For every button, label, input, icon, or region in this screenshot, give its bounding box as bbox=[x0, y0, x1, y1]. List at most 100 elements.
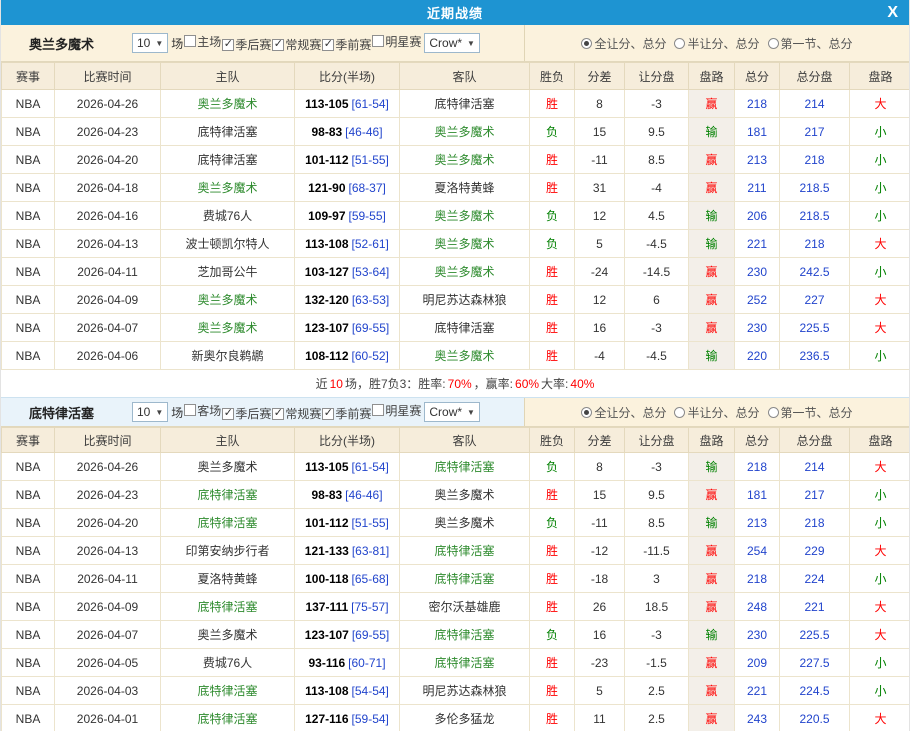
cell-score: 100-118[65-68] bbox=[295, 565, 400, 593]
radio-option[interactable]: 全让分、总分 bbox=[581, 35, 666, 52]
cell-score: 101-112[51-55] bbox=[295, 146, 400, 174]
source-select[interactable]: Crow* ▼ bbox=[424, 33, 480, 53]
cell-over-under: 小 bbox=[850, 118, 910, 146]
cell-away-team: 夏洛特黄蜂 bbox=[400, 174, 530, 202]
cell-over-under: 小 bbox=[850, 677, 910, 705]
cell-over-under: 大 bbox=[850, 314, 910, 342]
filter-left: 底特律活塞 10 ▼ 场 客场✓季后赛✓常规赛✓季前赛明星赛 Crow* ▼ bbox=[1, 398, 525, 426]
cell-point-diff: -18 bbox=[575, 565, 625, 593]
checkbox-label: 季前赛 bbox=[335, 36, 371, 53]
cell-date: 2026-04-11 bbox=[55, 258, 161, 286]
close-icon[interactable]: X bbox=[887, 2, 898, 23]
cell-home-team: 芝加哥公牛 bbox=[161, 258, 295, 286]
radio-label: 全让分、总分 bbox=[594, 404, 666, 421]
table-row: NBA2026-04-06新奥尔良鹈鹕108-112[60-52]奥兰多魔术胜-… bbox=[2, 342, 910, 370]
radio-option[interactable]: 第一节、总分 bbox=[768, 404, 853, 421]
checkbox-icon[interactable] bbox=[184, 35, 196, 47]
score-halftime: [46-46] bbox=[345, 125, 382, 139]
score-fulltime: 103-127 bbox=[305, 265, 349, 279]
cell-score: 137-111[75-57] bbox=[295, 593, 400, 621]
games-count-select[interactable]: 10 ▼ bbox=[132, 33, 168, 53]
table-row: NBA2026-04-20底特律活塞101-112[51-55]奥兰多魔术负-1… bbox=[2, 509, 910, 537]
table-row: NBA2026-04-01底特律活塞127-116[59-54]多伦多猛龙胜11… bbox=[2, 705, 910, 731]
cell-total-line: 227.5 bbox=[780, 649, 850, 677]
cell-home-team: 底特律活塞 bbox=[161, 677, 295, 705]
summary-text: ，赢率: bbox=[474, 375, 513, 392]
checkbox-icon[interactable]: ✓ bbox=[322, 39, 334, 51]
cell-handicap-result: 赢 bbox=[689, 146, 735, 174]
cell-handicap-result: 赢 bbox=[689, 174, 735, 202]
radio-option[interactable]: 半让分、总分 bbox=[674, 35, 759, 52]
cell-handicap-line: 9.5 bbox=[625, 118, 689, 146]
cell-over-under: 大 bbox=[850, 90, 910, 118]
checkbox-icon[interactable] bbox=[184, 404, 196, 416]
checkbox-icon[interactable]: ✓ bbox=[222, 408, 234, 420]
filter-checkbox[interactable]: ✓季前赛 bbox=[322, 36, 371, 53]
cell-date: 2026-04-03 bbox=[55, 677, 161, 705]
cell-over-under: 大 bbox=[850, 286, 910, 314]
filter-checkbox[interactable]: ✓季后赛 bbox=[222, 405, 271, 422]
filter-bar: 底特律活塞 10 ▼ 场 客场✓季后赛✓常规赛✓季前赛明星赛 Crow* ▼ 全… bbox=[1, 397, 909, 427]
cell-result: 负 bbox=[530, 509, 575, 537]
cell-handicap-result: 赢 bbox=[689, 286, 735, 314]
score-halftime: [60-71] bbox=[348, 656, 385, 670]
table-row: NBA2026-04-11夏洛特黄蜂100-118[65-68]底特律活塞胜-1… bbox=[2, 565, 910, 593]
radio-option[interactable]: 全让分、总分 bbox=[581, 404, 666, 421]
radio-icon bbox=[768, 38, 779, 49]
cell-away-team: 底特律活塞 bbox=[400, 565, 530, 593]
filter-checkbox[interactable]: 明星赛 bbox=[372, 402, 421, 419]
cell-home-team: 新奥尔良鹈鹕 bbox=[161, 342, 295, 370]
column-header: 胜负 bbox=[530, 428, 575, 453]
cell-league: NBA bbox=[2, 90, 55, 118]
score-fulltime: 123-107 bbox=[305, 321, 349, 335]
checkbox-icon[interactable]: ✓ bbox=[322, 408, 334, 420]
results-table: 赛事比赛时间主队比分(半场)客队胜负分差让分盘盘路总分总分盘盘路 NBA2026… bbox=[1, 427, 910, 731]
score-fulltime: 98-83 bbox=[311, 488, 342, 502]
cell-away-team: 奥兰多魔术 bbox=[400, 342, 530, 370]
cell-score: 98-83[46-46] bbox=[295, 481, 400, 509]
column-header: 让分盘 bbox=[625, 428, 689, 453]
cell-point-diff: -11 bbox=[575, 146, 625, 174]
checkbox-icon[interactable] bbox=[372, 35, 384, 47]
cell-total-line: 220.5 bbox=[780, 705, 850, 731]
cell-score: 93-116[60-71] bbox=[295, 649, 400, 677]
cell-total-line: 229 bbox=[780, 537, 850, 565]
table-row: NBA2026-04-20底特律活塞101-112[51-55]奥兰多魔术胜-1… bbox=[2, 146, 910, 174]
filter-checkbox[interactable]: 明星赛 bbox=[372, 33, 421, 50]
filter-checkbox[interactable]: ✓季前赛 bbox=[322, 405, 371, 422]
cell-handicap-result: 输 bbox=[689, 509, 735, 537]
column-header: 总分盘 bbox=[780, 63, 850, 90]
cell-result: 胜 bbox=[530, 677, 575, 705]
games-count-select[interactable]: 10 ▼ bbox=[132, 402, 168, 422]
cell-league: NBA bbox=[2, 705, 55, 731]
cell-score: 123-107[69-55] bbox=[295, 314, 400, 342]
score-halftime: [69-55] bbox=[352, 321, 389, 335]
cell-over-under: 大 bbox=[850, 621, 910, 649]
radio-option[interactable]: 第一节、总分 bbox=[768, 35, 853, 52]
cell-handicap-line: -3 bbox=[625, 90, 689, 118]
cell-result: 负 bbox=[530, 621, 575, 649]
column-header: 主队 bbox=[161, 63, 295, 90]
cell-date: 2026-04-11 bbox=[55, 565, 161, 593]
checkbox-icon[interactable]: ✓ bbox=[272, 408, 284, 420]
table-row: NBA2026-04-23底特律活塞98-83[46-46]奥兰多魔术负159.… bbox=[2, 118, 910, 146]
source-select[interactable]: Crow* ▼ bbox=[424, 402, 480, 422]
checkbox-icon[interactable] bbox=[372, 404, 384, 416]
filter-checkbox[interactable]: 客场 bbox=[184, 402, 221, 419]
cell-total-points: 218 bbox=[735, 565, 780, 593]
cell-handicap-line: 2.5 bbox=[625, 705, 689, 731]
dialog-title: 近期战绩 bbox=[427, 3, 483, 22]
filter-checkbox[interactable]: ✓季后赛 bbox=[222, 36, 271, 53]
cell-point-diff: 12 bbox=[575, 286, 625, 314]
cell-handicap-result: 赢 bbox=[689, 537, 735, 565]
checkbox-icon[interactable]: ✓ bbox=[272, 39, 284, 51]
radio-option[interactable]: 半让分、总分 bbox=[674, 404, 759, 421]
filter-checkbox[interactable]: 主场 bbox=[184, 33, 221, 50]
column-header: 赛事 bbox=[2, 63, 55, 90]
filter-checkbox[interactable]: ✓常规赛 bbox=[272, 36, 321, 53]
checkbox-icon[interactable]: ✓ bbox=[222, 39, 234, 51]
cell-over-under: 小 bbox=[850, 202, 910, 230]
radio-icon bbox=[674, 38, 685, 49]
cell-over-under: 大 bbox=[850, 705, 910, 731]
filter-checkbox[interactable]: ✓常规赛 bbox=[272, 405, 321, 422]
